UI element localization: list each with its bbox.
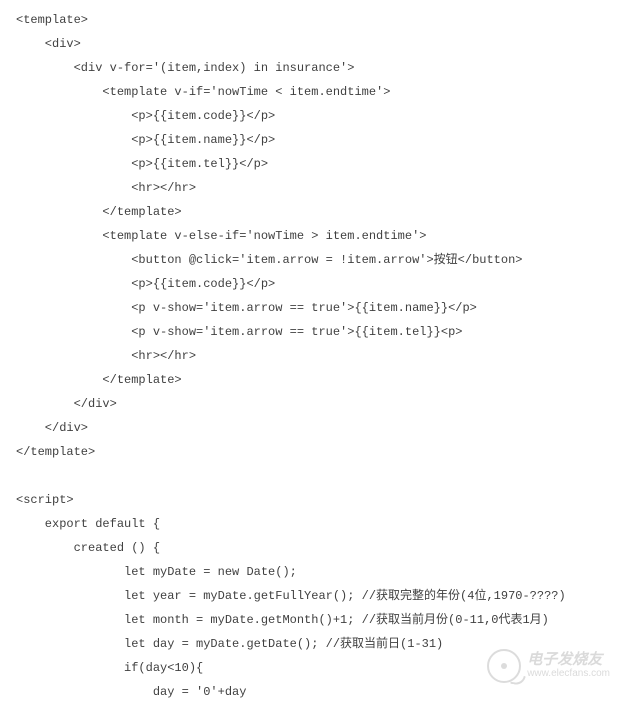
code-line: <p v-show='item.arrow == true'>{{item.te… [16,320,612,344]
code-line: <hr></hr> [16,176,612,200]
code-line: </template> [16,368,612,392]
code-line: let month = myDate.getMonth()+1; //获取当前月… [16,608,612,632]
code-line: </div> [16,392,612,416]
code-line: <template v-if='nowTime < item.endtime'> [16,80,612,104]
code-line: let year = myDate.getFullYear(); //获取完整的… [16,584,612,608]
code-line: created () { [16,536,612,560]
code-line: </div> [16,416,612,440]
code-line: <p>{{item.name}}</p> [16,128,612,152]
code-line: <p>{{item.code}}</p> [16,104,612,128]
code-line: <p>{{item.tel}}</p> [16,152,612,176]
code-line: </template> [16,200,612,224]
code-line: <template> [16,8,612,32]
code-line: <hr></hr> [16,344,612,368]
watermark: 电子发烧友 www.elecfans.com [487,649,610,683]
watermark-url: www.elecfans.com [527,668,610,680]
code-line: </template> [16,440,612,464]
watermark-logo-icon [487,649,521,683]
code-line: <script> [16,488,612,512]
code-line: <div v-for='(item,index) in insurance'> [16,56,612,80]
code-line: <p>{{item.code}}</p> [16,272,612,296]
code-line: <div> [16,32,612,56]
code-line: export default { [16,512,612,536]
code-line: <button @click='item.arrow = !item.arrow… [16,248,612,272]
code-line: let myDate = new Date(); [16,560,612,584]
code-line: <p v-show='item.arrow == true'>{{item.na… [16,296,612,320]
code-line [16,464,612,488]
watermark-title: 电子发烧友 [527,652,610,668]
code-block: <template> <div> <div v-for='(item,index… [0,0,620,712]
code-line: day = '0'+day [16,680,612,704]
code-line: <template v-else-if='nowTime > item.endt… [16,224,612,248]
